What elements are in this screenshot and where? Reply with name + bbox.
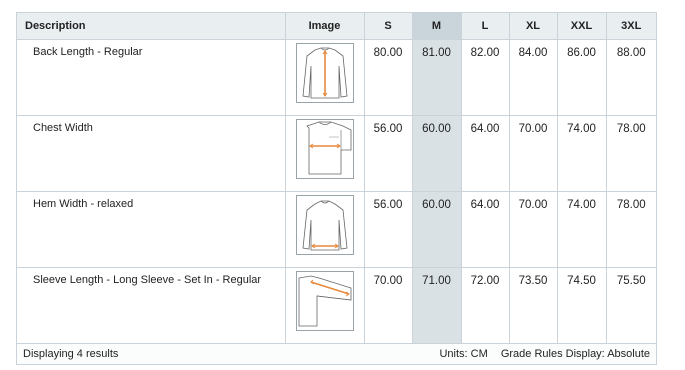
header-image[interactable]: Image <box>285 13 365 40</box>
table-row[interactable]: Chest Width 56.00 60.00 64.00 70.00 74.0… <box>17 115 656 192</box>
value-m: 81.00 <box>412 39 462 116</box>
header-size-3xl[interactable]: 3XL <box>606 13 656 40</box>
value-m: 60.00 <box>412 191 462 268</box>
row-description: Hem Width - relaxed <box>17 191 286 268</box>
value-s: 80.00 <box>364 39 413 116</box>
measurement-table: Description Image S M L XL XXL 3XL Back … <box>17 13 656 343</box>
value-xl: 84.00 <box>509 39 558 116</box>
value-l: 82.00 <box>461 39 510 116</box>
value-xl: 70.00 <box>509 115 558 192</box>
value-xxl: 74.50 <box>557 267 607 343</box>
row-description: Back Length - Regular <box>17 39 286 116</box>
value-3xl: 75.50 <box>616 275 646 287</box>
value-xl: 73.50 <box>509 267 558 343</box>
header-size-xxl[interactable]: XXL <box>557 13 607 40</box>
table-row[interactable]: Sleeve Length - Long Sleeve - Set In - R… <box>17 267 656 343</box>
garment-back-length-icon[interactable] <box>295 43 354 103</box>
value-xxl: 86.00 <box>557 39 607 116</box>
value-s: 70.00 <box>364 267 413 343</box>
value-xl: 70.00 <box>509 191 558 268</box>
header-size-m[interactable]: M <box>412 13 462 40</box>
footer-settings: Units: CM Grade Rules Display: Absolute <box>429 348 650 360</box>
table-row[interactable]: Back Length - Regular 80.00 81.00 82.00 … <box>17 39 656 116</box>
measurement-table-panel: Description Image S M L XL XXL 3XL Back … <box>16 12 657 365</box>
garment-hem-width-icon[interactable] <box>295 195 354 255</box>
value-s: 56.00 <box>364 115 413 192</box>
value-m: 60.00 <box>412 115 462 192</box>
results-count: Displaying 4 results <box>23 348 119 360</box>
value-l: 72.00 <box>461 267 510 343</box>
row-image-cell <box>285 191 365 268</box>
table-footer: Displaying 4 results Units: CM Grade Rul… <box>17 343 656 364</box>
value-3xl: 78.00 <box>606 115 656 192</box>
row-description: Sleeve Length - Long Sleeve - Set In - R… <box>17 267 286 343</box>
row-image-cell <box>285 115 365 192</box>
value-s: 56.00 <box>364 191 413 268</box>
header-row: Description Image S M L XL XXL 3XL <box>17 13 656 40</box>
header-size-l[interactable]: L <box>461 13 510 40</box>
value-xxl: 74.00 <box>557 115 607 192</box>
header-size-xl[interactable]: XL <box>509 13 558 40</box>
value-xxl: 74.00 <box>557 191 607 268</box>
row-image-cell <box>285 267 365 343</box>
value-3xl: 78.00 <box>606 191 656 268</box>
value-l: 64.00 <box>461 115 510 192</box>
value-3xl: 88.00 <box>606 39 656 116</box>
table-row[interactable]: Hem Width - relaxed 56.00 60.00 64.00 70… <box>17 191 656 268</box>
units-label: Units: CM <box>439 348 488 360</box>
value-l: 64.00 <box>461 191 510 268</box>
grade-rules-label: Grade Rules Display: Absolute <box>500 348 650 360</box>
value-m: 71.00 <box>412 267 462 343</box>
row-image-cell <box>285 39 365 116</box>
header-size-s[interactable]: S <box>364 13 413 40</box>
row-description: Chest Width <box>17 115 286 192</box>
header-description[interactable]: Description <box>17 13 286 40</box>
garment-chest-width-icon[interactable] <box>295 119 354 179</box>
garment-sleeve-length-icon[interactable] <box>295 271 354 331</box>
